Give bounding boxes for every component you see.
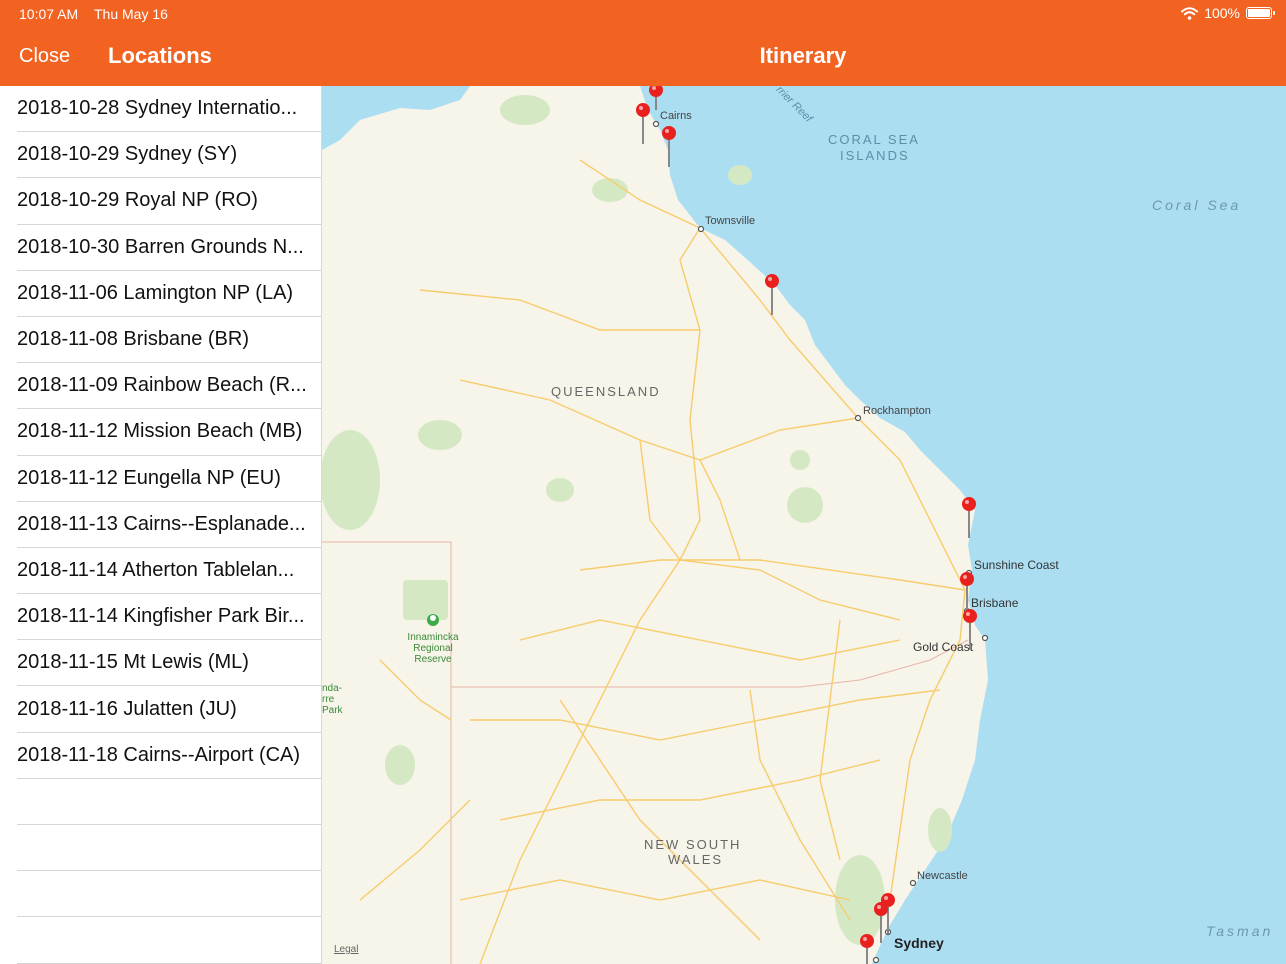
label-innamincka-3: Reserve <box>414 654 452 665</box>
list-item[interactable]: 2018-11-06 Lamington NP (LA) <box>17 271 321 317</box>
itinerary-map[interactable]: Cairns rrier Reef CORAL SEA ISLANDS Cora… <box>322 86 1286 964</box>
itinerary-title: Itinerary <box>759 43 847 68</box>
list-item[interactable]: 2018-11-14 Kingfisher Park Bir... <box>17 594 321 641</box>
close-button[interactable]: Close <box>19 45 70 68</box>
label-rockhampton: Rockhampton <box>863 405 931 417</box>
list-item[interactable]: 2018-10-30 Barren Grounds N... <box>17 225 321 271</box>
list-item[interactable]: 2018-11-18 Cairns--Airport (CA) <box>17 733 321 779</box>
list-item-label: 2018-10-28 Sydney Internatio... <box>17 97 298 120</box>
list-item-label: 2018-10-29 Sydney (SY) <box>17 143 238 166</box>
list-item[interactable]: 2018-11-15 Mt Lewis (ML) <box>17 640 321 687</box>
label-coral-sea: Coral Sea <box>1152 197 1241 213</box>
status-date: Thu May 16 <box>94 6 168 22</box>
list-item-label: 2018-11-08 Brisbane (BR) <box>17 328 249 351</box>
status-time: 10:07 AM <box>19 6 79 22</box>
list-item[interactable]: 2018-11-13 Cairns--Esplanade... <box>17 502 321 548</box>
label-tasman: Tasman <box>1206 923 1273 939</box>
label-queensland: QUEENSLAND <box>551 384 661 399</box>
list-item-label: 2018-11-09 Rainbow Beach (R... <box>17 374 307 397</box>
list-item[interactable]: 2018-11-09 Rainbow Beach (R... <box>17 363 321 410</box>
list-item-label: 2018-10-29 Royal NP (RO) <box>17 189 258 212</box>
battery-icon <box>1246 7 1275 19</box>
list-item-label: 2018-11-15 Mt Lewis (ML) <box>17 651 249 674</box>
wifi-icon <box>1181 6 1199 20</box>
list-item-label: 2018-11-12 Mission Beach (MB) <box>17 420 303 443</box>
list-item[interactable]: 2018-11-12 Eungella NP (EU) <box>17 456 321 502</box>
empty-row <box>17 917 321 964</box>
locations-list[interactable]: 2018-10-28 Sydney Internatio... 2018-10-… <box>0 86 322 964</box>
label-nsw-2: WALES <box>668 852 723 867</box>
label-gold-coast: Gold Coast <box>913 640 974 654</box>
label-townsville: Townsville <box>705 215 755 227</box>
legal-link[interactable]: Legal <box>334 944 358 955</box>
label-park-3: Park <box>322 705 344 716</box>
park-icon <box>427 614 439 626</box>
label-brisbane: Brisbane <box>971 596 1019 610</box>
label-cairns: Cairns <box>660 110 692 122</box>
empty-row <box>17 779 321 825</box>
label-innamincka-1: Innamincka <box>407 632 459 643</box>
list-item[interactable]: 2018-11-08 Brisbane (BR) <box>17 317 321 364</box>
list-item-label: 2018-11-14 Atherton Tablelan... <box>17 558 295 581</box>
status-indicators: 100% <box>1181 5 1275 21</box>
label-innamincka-2: Regional <box>413 643 452 654</box>
list-item[interactable]: 2018-11-12 Mission Beach (MB) <box>17 409 321 456</box>
locations-title: Locations <box>108 43 212 68</box>
battery-percent: 100% <box>1204 5 1240 21</box>
map-canvas[interactable]: Cairns rrier Reef CORAL SEA ISLANDS Cora… <box>322 86 1286 964</box>
label-nsw-1: NEW SOUTH <box>644 837 741 852</box>
label-sydney: Sydney <box>894 935 944 951</box>
list-item-label: 2018-11-14 Kingfisher Park Bir... <box>17 605 305 628</box>
label-coral-sea-islands-2: ISLANDS <box>840 148 910 163</box>
list-item-label: 2018-11-13 Cairns--Esplanade... <box>17 512 306 535</box>
label-sunshine-coast: Sunshine Coast <box>974 558 1059 572</box>
label-park-1: nda- <box>322 683 342 694</box>
list-item[interactable]: 2018-10-28 Sydney Internatio... <box>17 86 321 133</box>
list-item-label: 2018-11-12 Eungella NP (EU) <box>17 466 281 489</box>
list-item[interactable]: 2018-10-29 Sydney (SY) <box>17 132 321 179</box>
list-item-label: 2018-10-30 Barren Grounds N... <box>17 235 304 258</box>
list-item-label: 2018-11-06 Lamington NP (LA) <box>17 281 294 304</box>
list-item[interactable]: 2018-11-16 Julatten (JU) <box>17 686 321 733</box>
label-coral-sea-islands-1: CORAL SEA <box>828 132 920 147</box>
list-item-label: 2018-11-18 Cairns--Airport (CA) <box>17 743 301 766</box>
list-item[interactable]: 2018-10-29 Royal NP (RO) <box>17 178 321 225</box>
empty-row <box>17 871 321 918</box>
empty-row <box>17 825 321 872</box>
label-park-2: rre <box>322 694 335 705</box>
navigation-bar: 10:07 AM Thu May 16 100% Close Locations… <box>0 0 1286 86</box>
list-item[interactable]: 2018-11-14 Atherton Tablelan... <box>17 548 321 595</box>
list-item-label: 2018-11-16 Julatten (JU) <box>17 697 237 720</box>
label-newcastle: Newcastle <box>917 870 968 882</box>
